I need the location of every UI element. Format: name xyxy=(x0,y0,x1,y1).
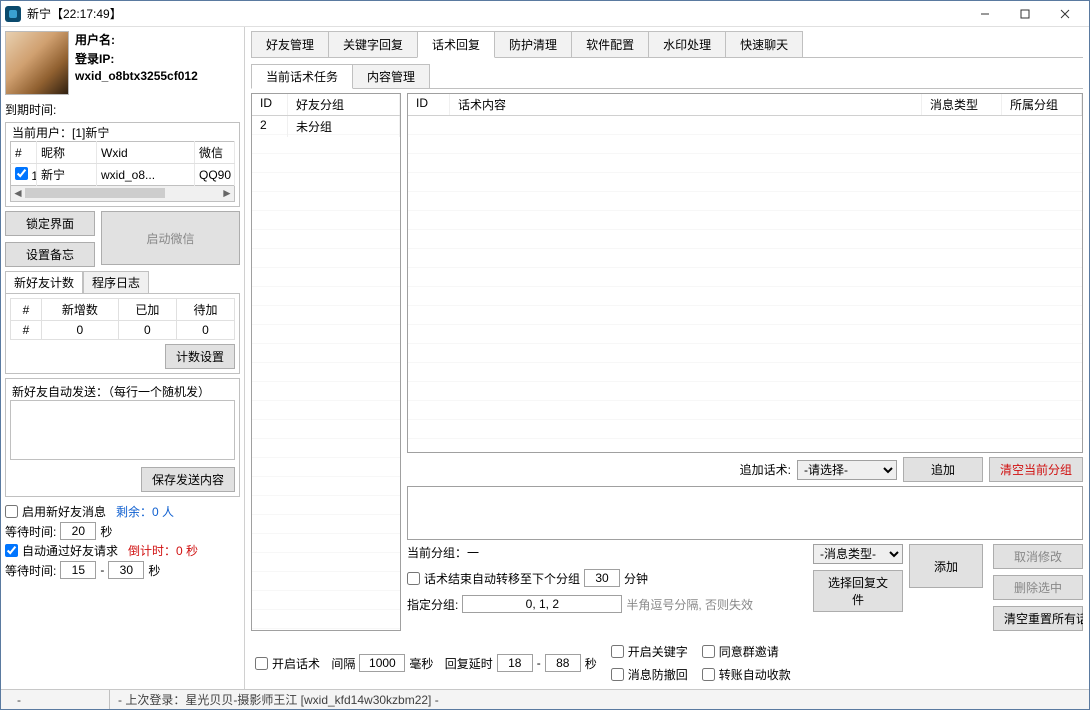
append-script-label: 追加话术: xyxy=(740,461,791,478)
accept-group-invite-checkbox[interactable] xyxy=(702,645,715,658)
tab-keyword-reply[interactable]: 关键字回复 xyxy=(328,31,418,57)
enable-newfriend-msg-checkbox[interactable] xyxy=(5,505,18,518)
clear-current-group-button[interactable]: 清空当前分组 xyxy=(989,457,1083,482)
anti-recall-checkbox[interactable] xyxy=(611,668,624,681)
autosend-legend: 新好友自动发送：（每行一个随机发） xyxy=(10,383,212,400)
sub-tabs: 当前话术任务 内容管理 xyxy=(251,64,1083,89)
tab-protect-clean[interactable]: 防护清理 xyxy=(494,31,572,57)
user-row-checkbox[interactable] xyxy=(15,167,28,180)
assign-group-input[interactable] xyxy=(462,595,622,613)
wait-time-max-input[interactable] xyxy=(108,561,144,579)
user-table-hscroll[interactable]: ◄► xyxy=(10,186,235,202)
app-icon xyxy=(5,6,21,22)
subtab-content-manage[interactable]: 内容管理 xyxy=(352,64,430,88)
table-row: 2 未分组 xyxy=(252,116,400,137)
lock-ui-button[interactable]: 锁定界面 xyxy=(5,211,95,236)
table-row: 1 新宁 wxid_o8... QQ90 xyxy=(11,164,235,186)
status-bar: - - 上次登录：星光贝贝-摄影师王江 [wxid_kfd14w30kzbm22… xyxy=(1,689,1089,709)
auto-accept-friend-checkbox[interactable] xyxy=(5,544,18,557)
subtab-current-task[interactable]: 当前话术任务 xyxy=(251,64,353,89)
script-content-grid[interactable]: ID 话术内容 消息类型 所属分组 xyxy=(407,93,1083,453)
login-ip-label: 登录IP: xyxy=(75,50,198,67)
close-button[interactable] xyxy=(1045,2,1085,26)
countdown-label: 倒计时：0 秒 xyxy=(128,542,198,559)
tab-software-config[interactable]: 软件配置 xyxy=(571,31,649,57)
main-tabs: 好友管理 关键字回复 话术回复 防护清理 软件配置 水印处理 快速聊天 xyxy=(251,31,1083,58)
start-wechat-button[interactable]: 启动微信 xyxy=(101,211,240,265)
wait-time-min-input[interactable] xyxy=(60,561,96,579)
auto-collect-transfer-checkbox[interactable] xyxy=(702,668,715,681)
auto-transfer-checkbox[interactable] xyxy=(407,572,420,585)
window-title: 新宁【22:17:49】 xyxy=(27,5,122,22)
choose-reply-file-button[interactable]: 选择回复文件 xyxy=(813,570,903,612)
delete-selected-button[interactable]: 删除选中 xyxy=(993,575,1083,600)
save-send-content-button[interactable]: 保存发送内容 xyxy=(141,467,235,492)
expire-label: 到期时间: xyxy=(5,101,240,118)
transfer-minutes-input[interactable] xyxy=(584,569,620,587)
tab-friend-manage[interactable]: 好友管理 xyxy=(251,31,329,57)
count-settings-button[interactable]: 计数设置 xyxy=(165,344,235,369)
tab-script-reply[interactable]: 话术回复 xyxy=(417,31,495,58)
current-user-legend: 当前用户：[1]新宁 xyxy=(10,124,111,141)
add-button[interactable]: 添加 xyxy=(909,544,983,588)
tab-quick-chat[interactable]: 快速聊天 xyxy=(725,31,803,57)
cancel-modify-button[interactable]: 取消修改 xyxy=(993,544,1083,569)
reset-all-scripts-button[interactable]: 清空重置所有话术 xyxy=(993,606,1083,631)
tab-program-log[interactable]: 程序日志 xyxy=(83,271,149,293)
enable-keyword-checkbox[interactable] xyxy=(611,645,624,658)
interval-input[interactable] xyxy=(359,654,405,672)
user-table[interactable]: # 昵称 Wxid 微信 1 新宁 wxid_o8... QQ90 xyxy=(10,141,235,186)
append-button[interactable]: 追加 xyxy=(903,457,983,482)
current-group-label: 当前分组：一 xyxy=(407,544,803,561)
assign-note: 半角逗号分隔, 否则失效 xyxy=(626,596,753,613)
wait-time-input[interactable] xyxy=(60,522,96,540)
maximize-button[interactable] xyxy=(1005,2,1045,26)
username-label: 用户名: xyxy=(75,31,198,48)
remain-count: 剩余：0 人 xyxy=(116,503,174,520)
stats-table: # 新增数 已加 待加 # 0 0 0 xyxy=(10,298,235,340)
msg-type-select[interactable]: -消息类型- xyxy=(813,544,903,564)
append-script-select[interactable]: -请选择- xyxy=(797,460,897,480)
avatar xyxy=(5,31,69,95)
profile-wxid: wxid_o8btx3255cf012 xyxy=(75,69,198,83)
set-memo-button[interactable]: 设置备忘 xyxy=(5,242,95,267)
enable-script-checkbox[interactable] xyxy=(255,657,268,670)
autosend-textarea[interactable] xyxy=(10,400,235,460)
minimize-button[interactable] xyxy=(965,2,1005,26)
tab-watermark[interactable]: 水印处理 xyxy=(648,31,726,57)
delay-min-input[interactable] xyxy=(497,654,533,672)
friend-group-grid[interactable]: ID 好友分组 2 未分组 xyxy=(251,93,401,631)
tab-new-friend-count[interactable]: 新好友计数 xyxy=(5,271,83,293)
script-content-input[interactable] xyxy=(407,486,1083,540)
delay-max-input[interactable] xyxy=(545,654,581,672)
